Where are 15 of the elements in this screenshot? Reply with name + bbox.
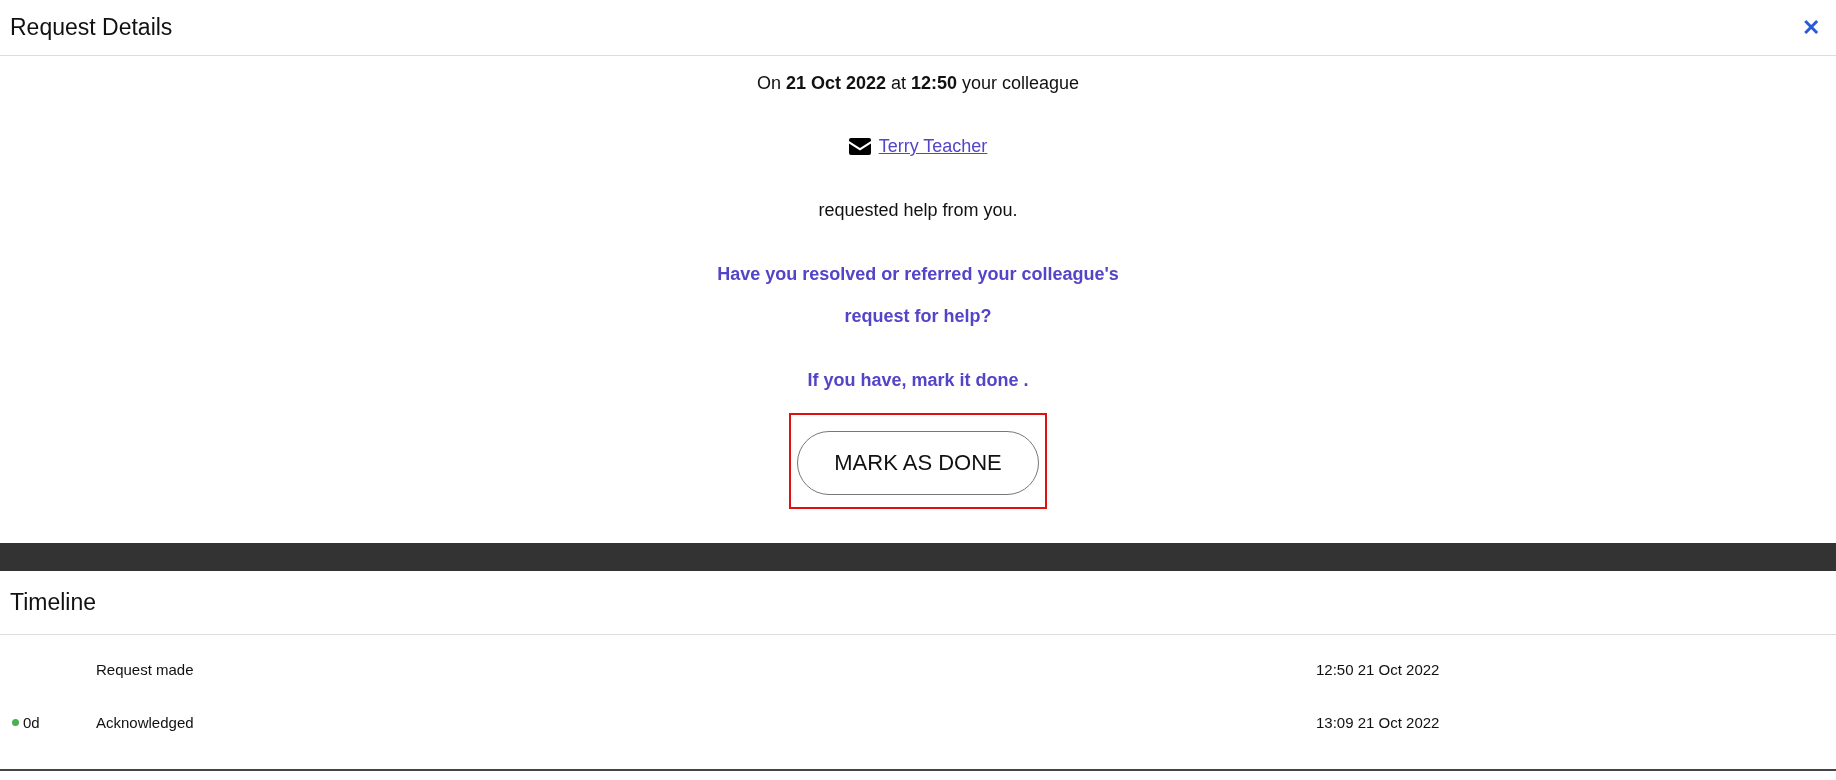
mail-icon — [848, 138, 871, 155]
time-text: 13:09 21 Oct 2022 — [1316, 714, 1441, 731]
event-text: Request made — [96, 661, 195, 678]
time-text: 12:50 21 Oct 2022 — [1316, 661, 1441, 678]
instruction-text: If you have, mark it done . — [807, 369, 1029, 392]
age-text: 0d — [23, 714, 40, 731]
question-text: Have you resolved or referred your colleague's request for help? — [716, 263, 1120, 328]
timeline-title: Timeline — [0, 571, 1836, 635]
close-button[interactable]: ✕ — [1796, 14, 1826, 41]
intro-text: On 21 Oct 2022 at 12:50 your colleague — [756, 72, 1080, 95]
dialog-title: Request Details — [10, 14, 173, 41]
mark-done-button[interactable]: MARK AS DONE — [797, 431, 1039, 495]
colleague-link[interactable]: Terry Teacher — [878, 136, 988, 157]
event-text: Acknowledged — [96, 714, 195, 731]
request-text: requested help from you. — [818, 199, 1018, 222]
